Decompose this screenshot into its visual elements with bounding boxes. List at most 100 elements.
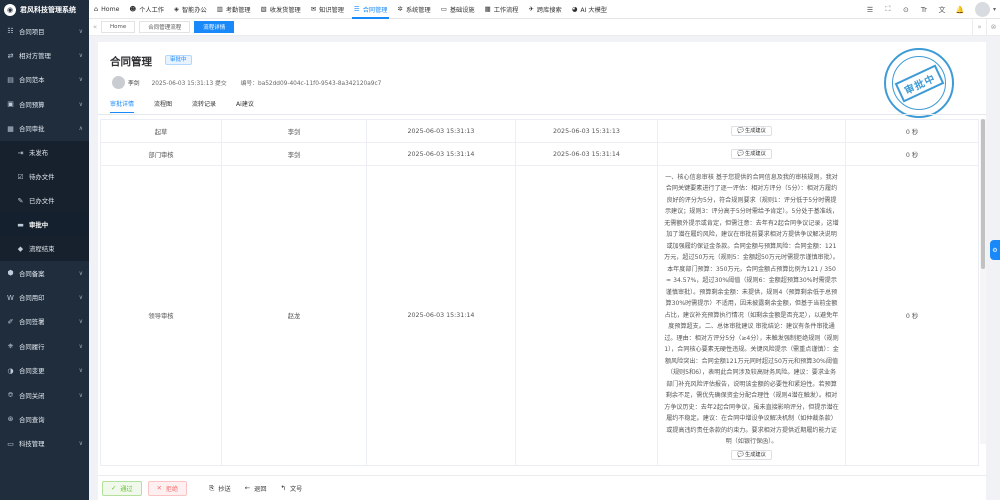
nav-tab[interactable]: ⌂ Home (89, 0, 124, 19)
location-icon[interactable]: ⊙ (897, 6, 915, 14)
check-icon: ✓ (111, 484, 117, 492)
sidebar-item-label: 合同项目 (19, 27, 45, 36)
menu-icon: ◆ (17, 244, 24, 253)
nav-tab[interactable]: ☻ 个人工作 (124, 0, 169, 19)
font-size-icon[interactable]: Tr (915, 6, 933, 14)
doc-number-button[interactable]: ↰ 文号 (281, 484, 303, 493)
page-title: 合同管理 (110, 56, 152, 68)
fullscreen-icon[interactable]: ⛶ (879, 5, 897, 14)
submit-time: 2025-06-03 15:31:13 提交 (151, 81, 227, 87)
reject-button[interactable]: ✕ 拒绝 (147, 480, 188, 496)
sidebar-item[interactable]: ☷ 合同项目 ∨ (0, 19, 89, 43)
menu-icon: ⇥ (17, 148, 24, 157)
nav-tab-label: 个人工作 (139, 6, 164, 14)
tag-home[interactable]: Home (101, 21, 136, 33)
sidebar-item-label: 合同审批 (19, 125, 45, 134)
nav-tab[interactable]: ▭ 基础设施 (436, 0, 480, 19)
nav-tab[interactable]: ◕ AI 大模型 (567, 0, 612, 19)
tab-flow-records[interactable]: 流转记录 (192, 99, 216, 113)
action-footer: ✓ 通过 ✕ 拒绝 ⎘ 抄送 ← 退回 ↰ 文号 (98, 475, 986, 500)
table-scrollbar[interactable] (980, 119, 986, 444)
language-icon[interactable]: 文 (933, 5, 951, 15)
start-time-cell: 2025-06-03 15:31:14 (366, 165, 516, 466)
duration-cell: 0 秒 (845, 165, 979, 466)
sidebar-item[interactable]: ▦ 合同审批 ∧ (0, 117, 89, 141)
approve-label: 通过 (120, 485, 133, 493)
sidebar-item[interactable]: ✐ 合同签署 ∨ (0, 310, 89, 334)
cc-label: 抄送 (218, 485, 231, 493)
nav-tab-icon: ✈ (528, 5, 534, 13)
menu-icon: ☷ (7, 27, 14, 36)
sidebar-item[interactable]: ⎊ 合同关闭 ∨ (0, 383, 89, 407)
doc-number-label: 文号 (289, 485, 303, 493)
tab-flow-chart[interactable]: 流程图 (154, 99, 172, 113)
generate-suggestion-label: 生成建议 (745, 451, 766, 458)
scrollbar-thumb[interactable] (981, 119, 985, 269)
sidebar-item[interactable]: ◆ 流程结束 (0, 237, 89, 261)
nav-tab[interactable]: ▦ 工作流程 (480, 0, 524, 19)
close-tags-icon[interactable]: ⊗ (986, 18, 1000, 36)
scroll-left-icon[interactable]: « (89, 23, 101, 31)
menu-icon: ⎈ (7, 341, 14, 350)
sidebar-item-label: 合同履行 (19, 342, 45, 351)
tags-view-bar: « Home 合同管理流程 流程详情 » ⊗ (89, 18, 1000, 36)
nav-tab-icon: ✲ (397, 5, 403, 13)
sidebar-item[interactable]: ✎ 已办文件 (0, 189, 89, 213)
sidebar-item-label: 合同范本 (19, 76, 45, 85)
nav-tab[interactable]: ✲ 系统管理 (392, 0, 435, 19)
nav-tab[interactable]: ▧ 收发货管理 (256, 0, 306, 19)
menu-icon: ☑ (17, 172, 24, 181)
sidebar-item[interactable]: ⇄ 相对方管理 ∨ (0, 43, 89, 67)
settings-float-button[interactable]: ⚙ (990, 240, 1000, 260)
nav-tab[interactable]: ✈ 跨库搜索 (524, 0, 567, 19)
nav-tab-icon: ◕ (571, 5, 578, 13)
chevron-icon: ∨ (78, 342, 83, 350)
nav-tab[interactable]: ◈ 智能办公 (169, 0, 212, 19)
nav-tab[interactable]: ☰ 合同管理 (349, 0, 393, 19)
return-button[interactable]: ← 退回 (245, 484, 267, 493)
notification-icon[interactable]: 🔔 (951, 6, 969, 14)
chevron-icon: ∨ (78, 100, 83, 108)
sidebar-item[interactable]: W 合同用印 ∨ (0, 285, 89, 309)
sidebar-item[interactable]: ⬢ 合同备案 ∨ (0, 261, 89, 285)
menu-icon[interactable]: ☰ (861, 6, 879, 14)
suggestion-cell: 一、核心信息审核 基于您提供的合同信息及我的审核规则，我对合同关键要素进行了逐一… (657, 165, 846, 466)
sidebar-item[interactable]: ◑ 合同变更 ∨ (0, 359, 89, 383)
sidebar-item[interactable]: ☑ 待办文件 (0, 165, 89, 189)
tag-contract-flow[interactable]: 合同管理流程 (139, 21, 191, 33)
generate-suggestion-label: 生成建议 (745, 151, 766, 157)
generate-suggestion-button[interactable]: 💬生成建议 (731, 449, 772, 460)
nav-tab[interactable]: ▥ 考勤管理 (212, 0, 256, 19)
sidebar-item[interactable]: ⎈ 合同履行 ∨ (0, 334, 89, 358)
generate-suggestion-button[interactable]: 💬生成建议 (731, 149, 772, 159)
sidebar-item[interactable]: ▣ 合同预算 ∨ (0, 92, 89, 116)
tab-approval-detail[interactable]: 审批详情 (110, 99, 135, 113)
sidebar-item[interactable]: ⇥ 未发布 (0, 141, 89, 165)
return-label: 退回 (254, 485, 267, 493)
sidebar-item[interactable]: ▤ 合同范本 ∨ (0, 68, 89, 92)
nav-tab-label: 工作流程 (493, 6, 519, 14)
tag-flow-detail[interactable]: 流程详情 (194, 21, 235, 33)
chat-icon: 💬 (737, 451, 745, 458)
tab-ai-suggestion[interactable]: Ai建议 (236, 99, 254, 113)
duration-cell: 0 秒 (845, 119, 979, 143)
cc-button[interactable]: ⎘ 抄送 (209, 484, 231, 493)
approval-stamp: 审批中 (884, 48, 954, 118)
approve-button[interactable]: ✓ 通过 (102, 480, 142, 496)
sidebar-item-label: 科技管理 (19, 440, 45, 449)
nav-tab[interactable]: ✉ 知识管理 (306, 0, 349, 19)
menu-icon: ▦ (7, 124, 14, 133)
chevron-icon: ∨ (78, 294, 83, 302)
start-time-cell: 2025-06-03 15:31:14 (366, 142, 516, 166)
sidebar-item[interactable]: ▭ 科技管理 ∨ (0, 432, 89, 456)
chevron-icon: ∧ (78, 125, 83, 133)
copy-icon: ⎘ (209, 483, 215, 492)
nav-tab-label: 智能办公 (181, 6, 207, 14)
sidebar-item[interactable]: ⊛ 合同查询 (0, 407, 89, 431)
sidebar-item[interactable]: ▬ 审批中 (0, 212, 89, 237)
scroll-right-icon[interactable]: » (972, 18, 986, 36)
sidebar-item-label: 合同关闭 (19, 391, 45, 400)
generate-suggestion-button[interactable]: 💬生成建议 (731, 126, 772, 136)
user-avatar[interactable] (974, 2, 990, 17)
chevron-down-icon[interactable]: ▾ (993, 6, 996, 13)
